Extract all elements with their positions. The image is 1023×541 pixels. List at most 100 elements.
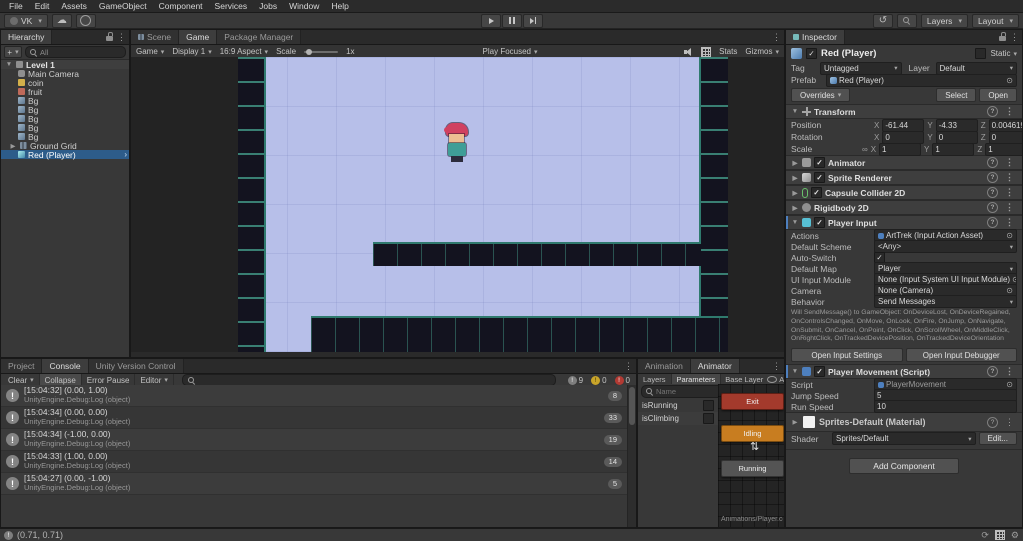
log-entry[interactable]: [15:04:33] (1.00, 0.00)UnityEngine.Debug… — [1, 451, 636, 473]
hierarchy-search-input[interactable]: All — [25, 46, 126, 58]
aspect-dropdown[interactable]: 16:9 Aspect — [220, 47, 268, 56]
transform-header[interactable]: Transform ⋮ — [786, 104, 1022, 119]
foldout-icon[interactable] — [791, 159, 799, 167]
expander-icon[interactable] — [5, 61, 13, 68]
global-search-button[interactable] — [896, 13, 917, 28]
scale-y-field[interactable]: 1 — [932, 142, 975, 156]
menu-component[interactable]: Component — [153, 1, 209, 11]
help-icon[interactable] — [987, 187, 998, 198]
lock-icon[interactable] — [999, 32, 1007, 41]
help-icon[interactable] — [987, 202, 998, 213]
menu-gameobject[interactable]: GameObject — [93, 1, 153, 11]
object-picker-icon[interactable] — [1006, 231, 1013, 240]
rigidbody-header[interactable]: Rigidbody 2D ⋮ — [786, 200, 1022, 215]
hierarchy-item-coin[interactable]: coin — [1, 78, 129, 88]
foldout-icon[interactable] — [791, 204, 799, 212]
help-icon[interactable] — [987, 172, 998, 183]
pause-button[interactable] — [502, 13, 522, 28]
foldout-icon[interactable] — [791, 418, 799, 426]
error-count[interactable]: 0 — [611, 375, 634, 385]
component-enabled-checkbox[interactable] — [811, 187, 822, 198]
stats-button[interactable]: Stats — [719, 47, 737, 56]
component-menu-icon[interactable]: ⋮ — [1002, 187, 1017, 198]
create-button[interactable] — [4, 46, 22, 58]
menu-help[interactable]: Help — [325, 1, 354, 11]
tab-package-manager[interactable]: Package Manager — [217, 30, 302, 44]
status-message[interactable]: (0.71, 0.71) — [17, 530, 63, 540]
log-entry[interactable]: [15:04:27] (0.00, -1.00)UnityEngine.Debu… — [1, 473, 636, 495]
auto-live-link-toggle[interactable]: Auto Live Link — [779, 375, 784, 384]
layout-dropdown[interactable]: Layout — [971, 13, 1019, 28]
component-menu-icon[interactable]: ⋮ — [1002, 366, 1017, 377]
layer-dropdown[interactable]: Default — [935, 61, 1017, 75]
rotation-x-field[interactable]: 0 — [882, 130, 925, 144]
parameter-value-checkbox[interactable] — [703, 413, 714, 424]
parameter-isclimbing[interactable]: isClimbing — [638, 412, 718, 425]
transition-arrows[interactable]: ⇅ — [750, 442, 759, 453]
panel-menu-icon[interactable]: ⋮ — [621, 359, 636, 373]
help-icon[interactable] — [987, 157, 998, 168]
component-menu-icon[interactable]: ⋮ — [1002, 157, 1017, 168]
behavior-dropdown[interactable]: Send Messages — [874, 295, 1017, 308]
run-speed-field[interactable]: 10 — [874, 400, 1017, 414]
undo-history-button[interactable]: ↺ — [872, 13, 893, 28]
info-count[interactable]: 9 — [564, 375, 587, 385]
capsule-collider-header[interactable]: Capsule Collider 2D ⋮ — [786, 185, 1022, 200]
help-icon[interactable] — [987, 366, 998, 378]
component-enabled-checkbox[interactable] — [814, 172, 825, 183]
position-z-field[interactable]: 0.0046191 — [988, 118, 1022, 132]
mute-audio-icon[interactable] — [684, 47, 693, 56]
open-button[interactable]: Open — [979, 88, 1017, 102]
tab-animation[interactable]: Animation — [638, 359, 691, 373]
auto-refresh-icon[interactable]: ⟳ — [981, 530, 989, 541]
display-dropdown[interactable]: Display 1 — [172, 47, 211, 56]
state-exit[interactable]: Exit — [721, 393, 784, 410]
tab-inspector[interactable]: Inspector — [786, 30, 845, 44]
vsync-icon[interactable] — [701, 46, 712, 57]
tab-animator[interactable]: Animator — [690, 359, 740, 373]
rotation-y-field[interactable]: 0 — [935, 130, 978, 144]
gizmos-dropdown[interactable]: Gizmos — [745, 47, 779, 56]
parameter-value-checkbox[interactable] — [703, 400, 714, 411]
scale-z-field[interactable]: 1 — [985, 142, 1022, 156]
menu-assets[interactable]: Assets — [55, 1, 93, 11]
rotation-z-field[interactable]: 0 — [988, 130, 1022, 144]
hierarchy-item-bg-3[interactable]: Bg — [1, 114, 129, 124]
constrain-proportions-icon[interactable]: ∞ — [862, 145, 868, 154]
menu-jobs[interactable]: Jobs — [253, 1, 283, 11]
tab-game[interactable]: Game — [179, 30, 218, 44]
shader-dropdown[interactable]: Sprites/Default — [832, 432, 976, 446]
display-mode-dropdown[interactable]: Game — [136, 47, 164, 56]
shader-edit-button[interactable]: Edit... — [978, 432, 1017, 446]
component-enabled-checkbox[interactable] — [814, 157, 825, 168]
material-header[interactable]: Sprites-Default (Material) ⋮ — [786, 412, 1022, 433]
object-picker-icon[interactable] — [1012, 275, 1016, 284]
log-entry[interactable]: [15:04:34] (0.00, 0.00)UnityEngine.Debug… — [1, 407, 636, 429]
help-icon[interactable] — [987, 416, 998, 428]
hierarchy-item-main-camera[interactable]: Main Camera — [1, 69, 129, 79]
status-log-icon[interactable] — [4, 530, 13, 540]
static-checkbox[interactable] — [975, 48, 987, 59]
tag-dropdown[interactable]: Untagged — [820, 61, 902, 75]
foldout-icon[interactable] — [791, 219, 799, 226]
static-dropdown[interactable]: Static — [990, 49, 1017, 58]
help-icon[interactable] — [987, 217, 998, 228]
panel-menu-icon[interactable]: ⋮ — [114, 30, 129, 44]
console-scrollbar[interactable] — [627, 385, 636, 527]
cache-server-icon[interactable] — [994, 530, 1005, 540]
gameobject-name[interactable]: Red (Player) — [821, 48, 876, 59]
component-menu-icon[interactable]: ⋮ — [1002, 202, 1017, 213]
tab-console[interactable]: Console — [42, 359, 89, 373]
panel-menu-icon[interactable]: ⋮ — [769, 359, 784, 373]
scale-slider-handle[interactable] — [306, 48, 313, 55]
layer-breadcrumb[interactable]: Base Layer — [721, 375, 767, 384]
tab-hierarchy[interactable]: Hierarchy — [1, 30, 53, 44]
player-input-header[interactable]: Player Input ⋮ — [786, 215, 1022, 230]
lock-icon[interactable] — [106, 32, 114, 41]
sprite-renderer-header[interactable]: Sprite Renderer ⋮ — [786, 170, 1022, 185]
panel-menu-icon[interactable]: ⋮ — [1007, 30, 1022, 44]
layers-dropdown[interactable]: Layers — [920, 13, 968, 28]
component-menu-icon[interactable]: ⋮ — [1002, 172, 1017, 183]
foldout-icon[interactable] — [791, 174, 799, 182]
select-button[interactable]: Select — [936, 88, 977, 102]
